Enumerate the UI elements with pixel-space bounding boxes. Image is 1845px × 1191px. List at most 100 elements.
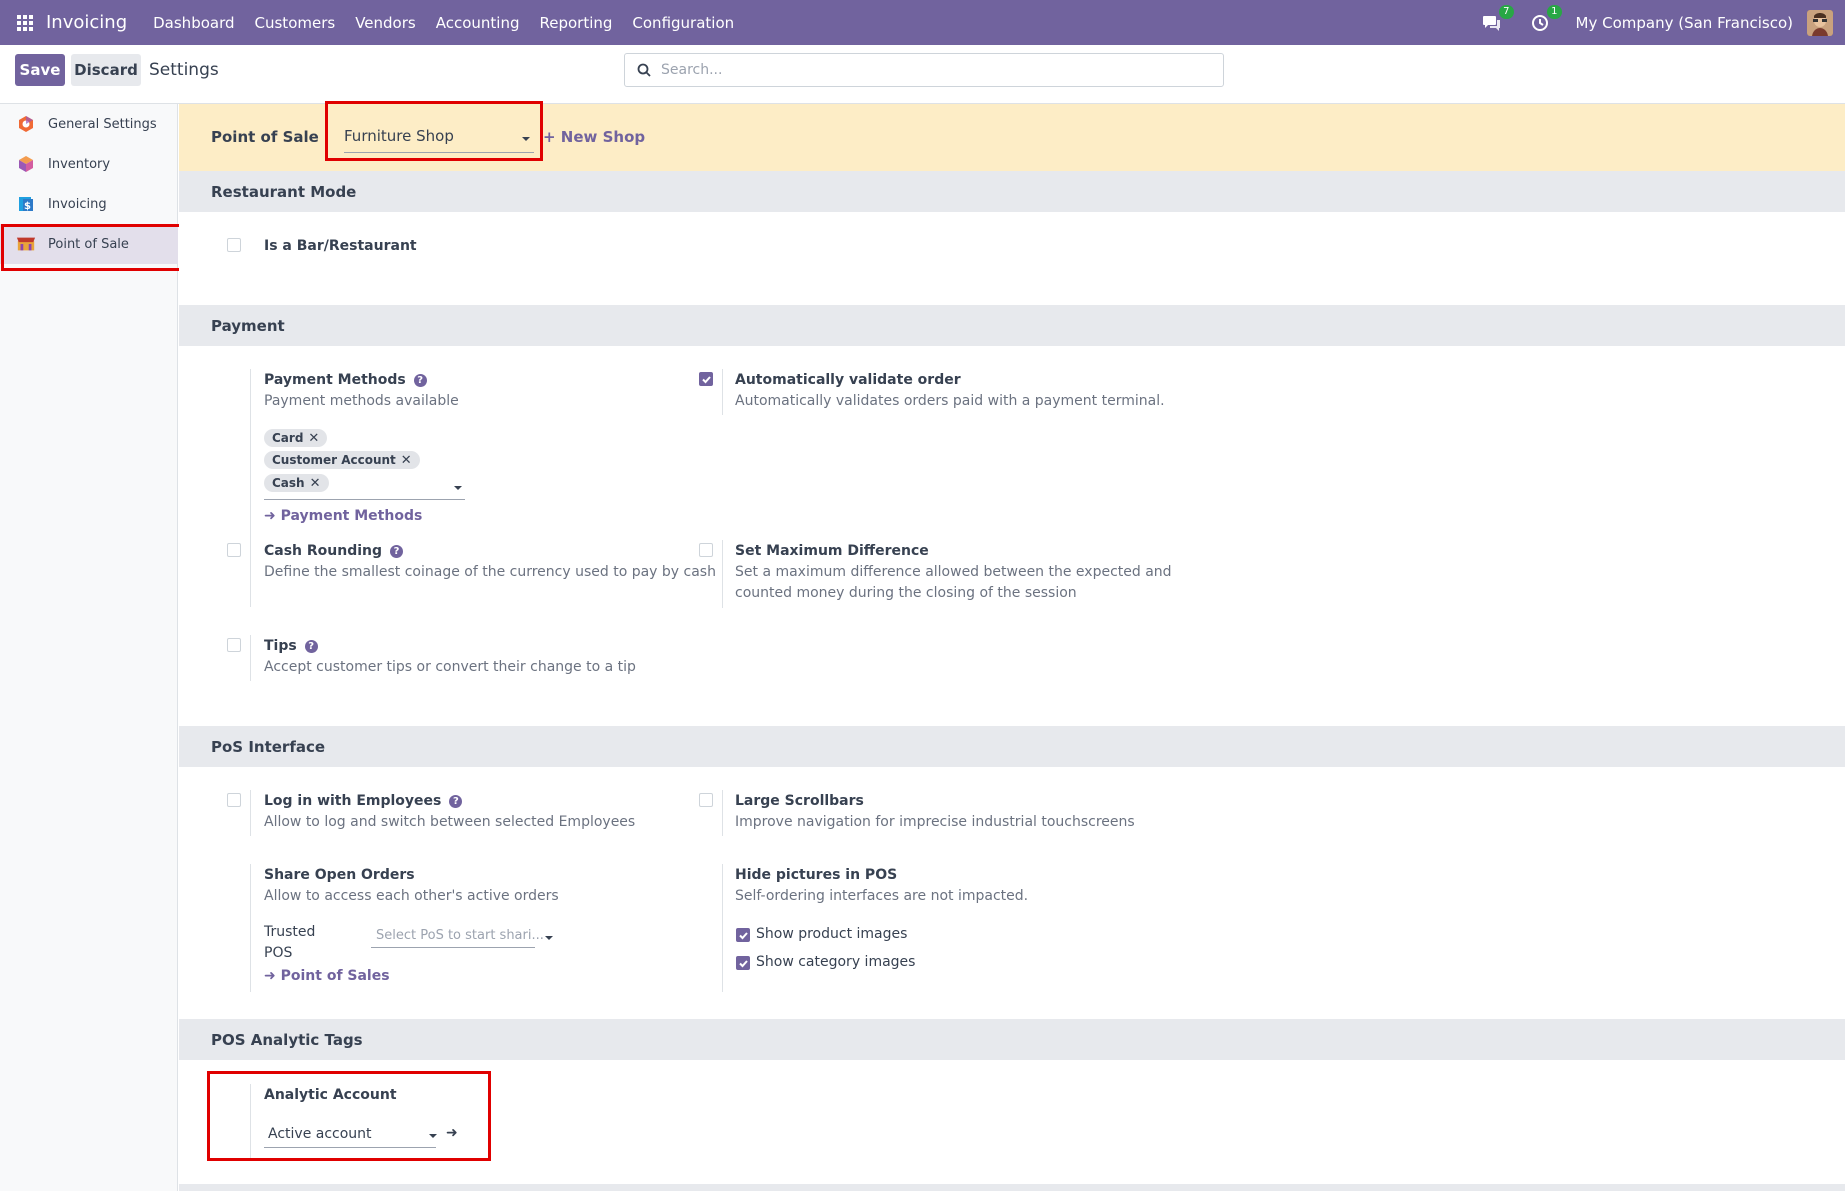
scrollbars-desc: Improve navigation for imprecise industr… [735,814,1135,830]
sidebar-item-general-settings[interactable]: General Settings [0,104,178,144]
remove-tag-icon[interactable]: ✕ [401,453,412,468]
section-header-pos-interface: PoS Interface [179,726,1845,767]
section-header-restaurant: Restaurant Mode [179,171,1845,212]
nav-vendors[interactable]: Vendors [355,14,416,32]
chevron-down-icon [454,486,462,490]
remove-tag-icon[interactable]: ✕ [310,476,321,491]
sidebar-item-point-of-sale[interactable]: Point of Sale [0,224,178,264]
pos-shop-select[interactable]: Furniture Shop [344,127,534,153]
save-button[interactable]: Save [15,54,65,86]
hide-pictures-desc: Self-ordering interfaces are not impacte… [735,888,1029,904]
employees-checkbox[interactable] [227,793,241,807]
chevron-down-icon [545,936,553,940]
help-icon[interactable]: ? [449,795,463,808]
max-difference-title: Set Maximum Difference [735,543,929,559]
auto-validate-title: Automatically validate order [735,372,961,388]
nav-accounting[interactable]: Accounting [436,14,520,32]
scrollbars-title: Large Scrollbars [735,793,864,809]
sidebar-item-label: Invoicing [48,196,107,212]
inventory-icon [16,154,36,174]
max-difference-desc-2: counted money during the closing of the … [735,585,1077,601]
sidebar-item-inventory[interactable]: Inventory [0,144,178,184]
point-of-sale-icon [16,234,36,254]
employees-desc: Allow to log and switch between selected… [264,814,636,830]
sidebar-item-label: General Settings [48,116,157,132]
payment-methods-field[interactable] [264,499,465,500]
nav-dashboard[interactable]: Dashboard [153,14,234,32]
analytic-account-field[interactable] [264,1147,436,1148]
page-title: Settings [149,60,219,80]
max-difference-checkbox[interactable] [699,543,713,557]
help-icon[interactable]: ? [304,640,318,653]
payment-methods-desc: Payment methods available [264,393,459,409]
chevron-down-icon [429,1134,437,1138]
nav-configuration[interactable]: Configuration [632,14,734,32]
settings-sidebar: General Settings Inventory $ Invoicing P… [0,104,178,1191]
company-switcher[interactable]: My Company (San Francisco) [1576,14,1793,32]
nav-reporting[interactable]: Reporting [539,14,612,32]
scrollbars-checkbox[interactable] [699,793,713,807]
share-orders-desc: Allow to access each other's active orde… [264,888,559,904]
hide-pictures-title: Hide pictures in POS [735,867,898,883]
trusted-pos-select[interactable]: Select PoS to start shari... [376,928,544,943]
trusted-pos-field[interactable] [371,947,535,948]
nav-customers[interactable]: Customers [255,14,336,32]
analytic-account-value[interactable]: Active account [268,1126,372,1142]
search-input[interactable] [661,62,1201,78]
search-bar[interactable] [624,53,1224,87]
top-navbar: Invoicing Dashboard Customers Vendors Ac… [0,0,1845,45]
bar-restaurant-checkbox[interactable] [227,238,241,252]
auto-validate-checkbox[interactable] [699,372,713,386]
divider [722,790,723,836]
divider [250,790,251,836]
divider [250,864,251,992]
apps-menu-icon[interactable] [0,0,50,45]
messages-icon[interactable]: 7 [1480,4,1514,35]
user-avatar[interactable] [1807,9,1833,36]
app-brand[interactable]: Invoicing [46,12,127,33]
help-icon[interactable]: ? [390,545,404,558]
pos-selector-label: Point of Sale [211,128,319,146]
show-product-images-label: Show product images [756,926,908,942]
divider [250,540,251,586]
divider [722,864,723,992]
pos-selector-bar: Point of Sale Furniture Shop + New Shop [179,104,1845,171]
analytic-account-title: Analytic Account [264,1087,397,1103]
divider [250,1084,251,1158]
control-panel: Save Discard Settings [0,45,1845,104]
divider [250,635,251,681]
settings-main: Point of Sale Furniture Shop + New Shop … [179,104,1845,1191]
bar-restaurant-title: Is a Bar/Restaurant [264,238,417,254]
tips-checkbox[interactable] [227,638,241,652]
pos-shop-value: Furniture Shop [344,127,454,145]
divider [722,540,723,608]
remove-tag-icon[interactable]: ✕ [308,431,319,446]
point-of-sales-link[interactable]: ➜ Point of Sales [264,968,390,984]
activities-clock-icon[interactable]: 1 [1528,4,1562,35]
show-category-images-label: Show category images [756,954,916,970]
invoicing-icon: $ [16,194,36,214]
payment-methods-link[interactable]: ➜ Payment Methods [264,508,422,524]
sidebar-item-invoicing[interactable]: $ Invoicing [0,184,178,224]
section-header-payment: Payment [179,305,1845,346]
cash-rounding-title: Cash Rounding? [264,543,404,559]
section-header-next [179,1184,1845,1191]
internal-link-arrow-icon[interactable]: ➜ [446,1125,458,1141]
payment-method-tag: Card ✕ [264,429,328,447]
tips-desc: Accept customer tips or convert their ch… [264,659,636,675]
divider [722,369,723,415]
general-settings-icon [16,114,36,134]
max-difference-desc-1: Set a maximum difference allowed between… [735,564,1172,580]
tips-title: Tips? [264,638,318,654]
show-product-images-checkbox[interactable] [736,928,750,942]
discard-button[interactable]: Discard [71,54,141,86]
cash-rounding-checkbox[interactable] [227,543,241,557]
share-orders-title: Share Open Orders [264,867,415,883]
search-icon [637,63,651,77]
section-header-analytic-tags: POS Analytic Tags [179,1019,1845,1060]
cash-rounding-desc: Define the smallest coinage of the curre… [264,564,716,580]
new-shop-button[interactable]: + New Shop [543,128,645,146]
help-icon[interactable]: ? [413,374,427,387]
show-category-images-checkbox[interactable] [736,956,750,970]
payment-method-tag: Cash ✕ [264,474,329,492]
